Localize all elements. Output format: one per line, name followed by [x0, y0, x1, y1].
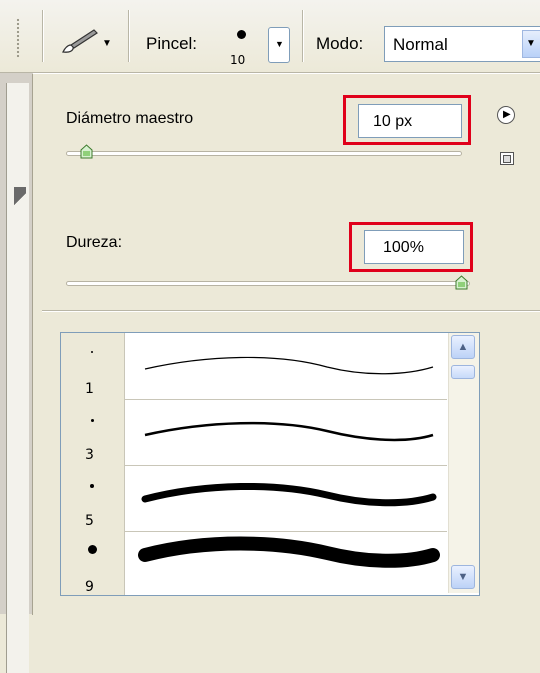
brush-size-label: 9 — [85, 579, 94, 595]
brush-list-scrollbar[interactable]: ▲ ▼ — [448, 333, 479, 593]
toolbar-separator — [42, 10, 43, 62]
hardness-label: Dureza: — [66, 234, 123, 251]
brush-preset-list: 1 3 5 9 — [60, 332, 480, 596]
brush-tip-cell: 9 — [61, 531, 125, 595]
brush-size-label: 5 — [85, 513, 94, 529]
master-diameter-slider-track[interactable] — [66, 151, 462, 156]
diameter-highlight-box — [343, 95, 471, 145]
brush-stroke-preview — [138, 536, 440, 568]
chevron-down-icon: ▼ — [526, 38, 536, 49]
brush-size-value: 10 — [230, 53, 246, 67]
brush-tip-cell: 3 — [61, 399, 125, 465]
hardness-slider-thumb[interactable] — [455, 275, 468, 290]
document-canvas-edge — [0, 73, 32, 673]
brush-tip-cell: 5 — [61, 465, 125, 531]
brush-menu-flyout-button[interactable]: ▶ — [497, 106, 515, 124]
brush-size-label: 3 — [85, 447, 94, 463]
scroll-up-button[interactable]: ▲ — [451, 335, 475, 359]
mode-select-value: Normal — [393, 35, 448, 54]
brush-preset-item[interactable]: 3 — [61, 399, 447, 466]
mode-select[interactable]: Normal — [384, 26, 540, 62]
chevron-down-icon: ▼ — [457, 571, 469, 583]
brush-preset-item[interactable]: 5 — [61, 465, 447, 532]
brush-stroke-preview — [141, 482, 437, 507]
brush-tip-dot-icon — [88, 545, 97, 554]
brush-preset-item[interactable]: 9 — [61, 531, 447, 595]
brush-preset-item[interactable]: 1 — [61, 333, 447, 400]
brush-tip-cell: 1 — [61, 333, 125, 399]
master-diameter-label: Diámetro maestro — [66, 110, 194, 127]
brush-tip-preview-icon[interactable] — [237, 30, 246, 39]
brush-size-label: 1 — [85, 381, 94, 397]
chevron-up-icon: ▲ — [457, 341, 469, 353]
mode-dropdown-button[interactable]: ▼ — [522, 30, 540, 58]
scrollbar-thumb[interactable] — [451, 365, 475, 379]
tool-preset-arrow-icon[interactable]: ▼ — [102, 38, 112, 49]
brush-stroke-preview — [144, 356, 434, 375]
brush-tip-dot-icon — [90, 484, 94, 488]
brush-tip-dot-icon — [91, 419, 94, 422]
canvas-corner-icon — [14, 187, 26, 211]
hardness-slider-track[interactable] — [66, 281, 470, 286]
canvas-area — [6, 83, 29, 673]
brush-stroke-preview — [144, 421, 434, 442]
master-diameter-slider-thumb[interactable] — [80, 144, 93, 159]
play-arrow-icon: ▶ — [503, 109, 511, 120]
brush-label: Pincel: — [146, 34, 198, 53]
toolbar-separator — [302, 10, 303, 62]
brush-picker-button[interactable]: ▼ — [268, 27, 290, 63]
new-brush-preset-button[interactable] — [500, 152, 514, 165]
scroll-down-button[interactable]: ▼ — [451, 565, 475, 589]
options-bar: ▼ Pincel: 10 ▼ Modo: Normal ▼ — [0, 0, 540, 73]
brush-tip-dot-icon — [91, 351, 93, 353]
hardness-highlight-box — [349, 222, 473, 272]
brush-tool-icon[interactable] — [60, 28, 100, 54]
toolbar-separator — [128, 10, 129, 62]
mode-label: Modo: — [316, 34, 364, 53]
panel-divider — [42, 310, 540, 311]
chevron-down-icon: ▼ — [275, 39, 284, 49]
toolbar-grip[interactable] — [16, 18, 20, 58]
